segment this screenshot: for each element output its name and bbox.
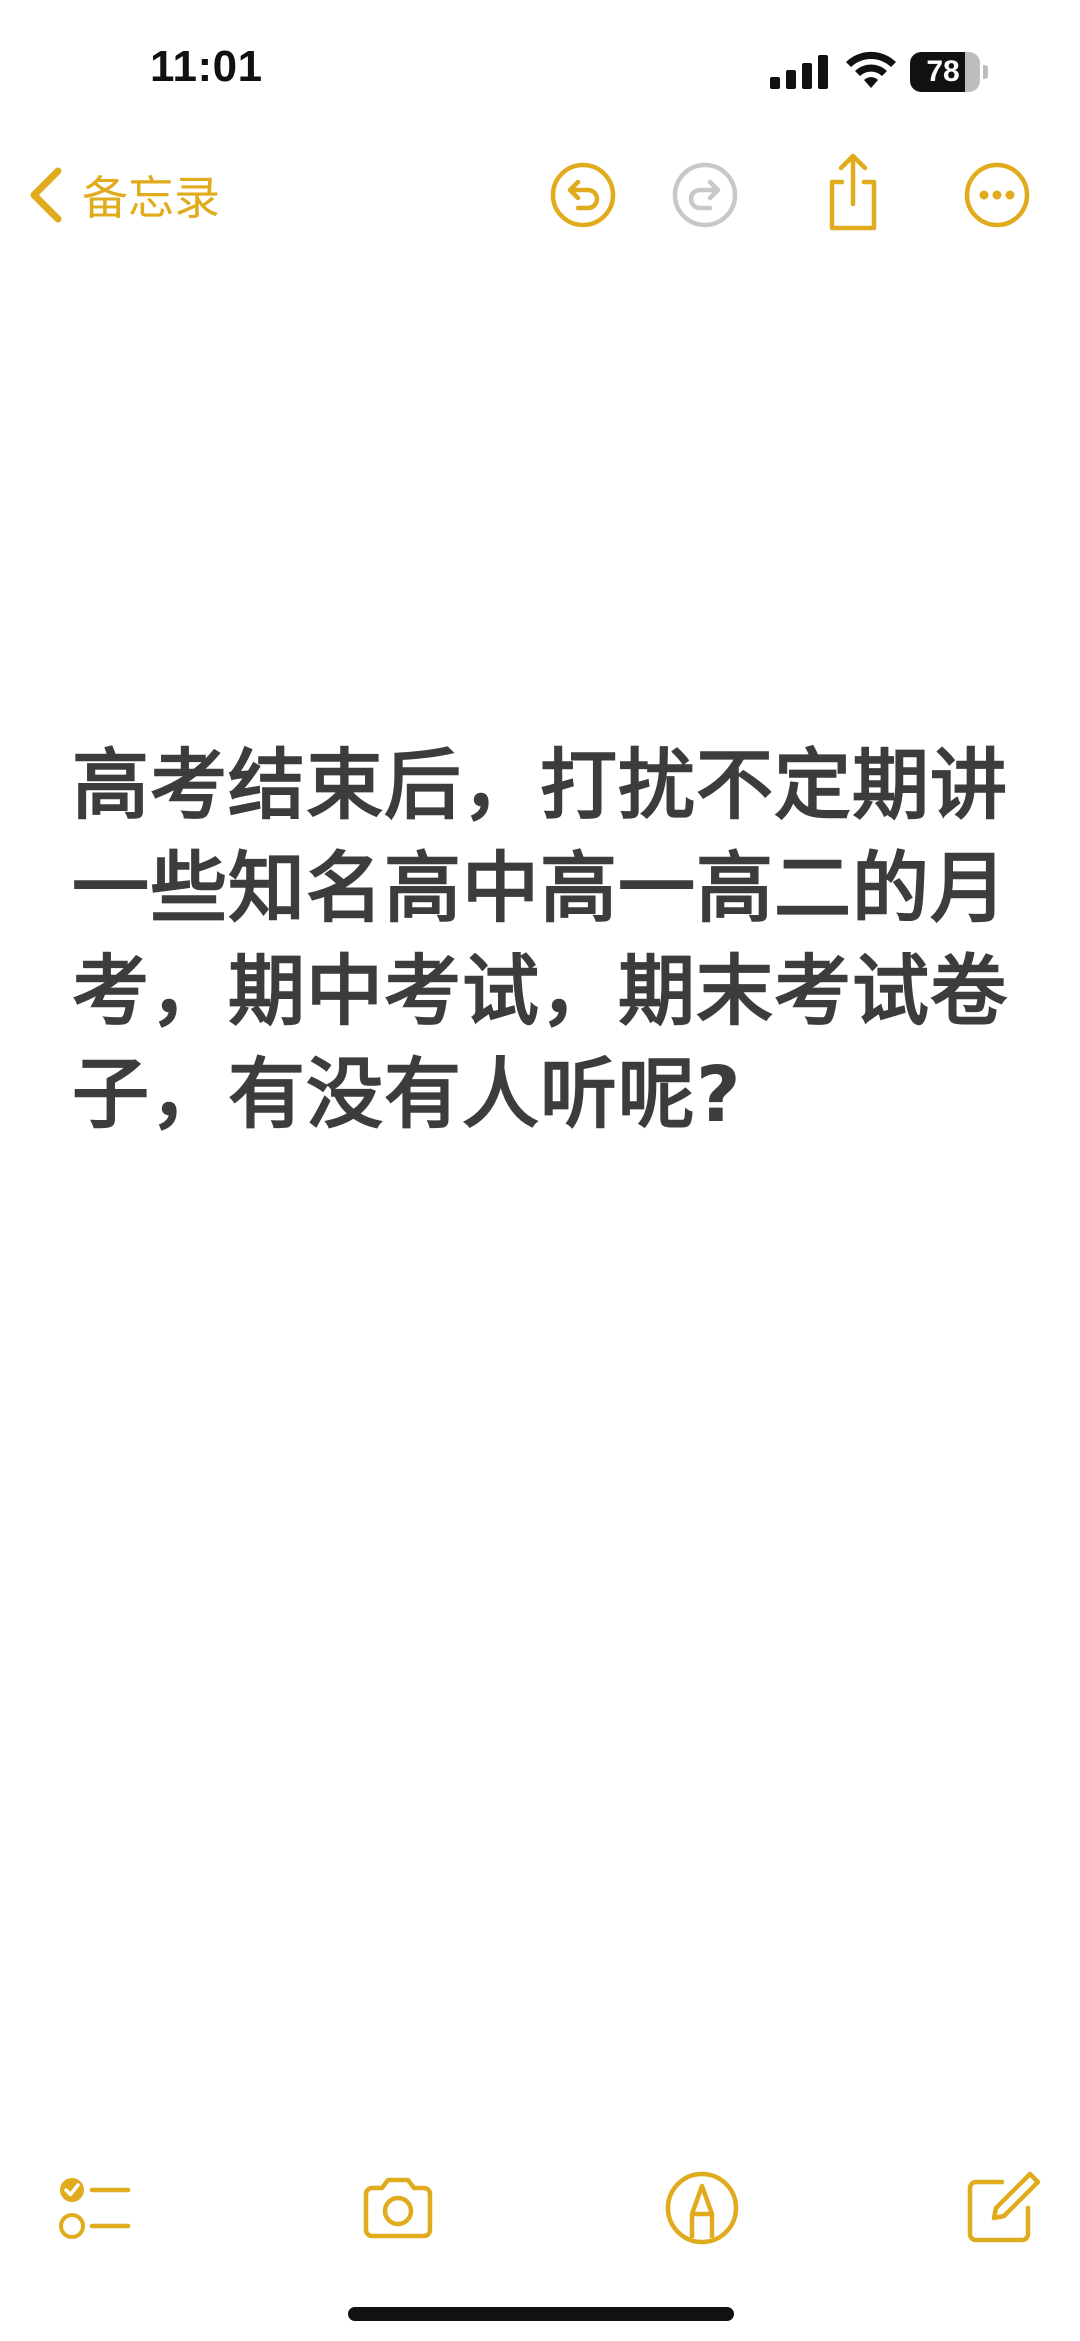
share-icon[interactable] [818,150,888,234]
undo-icon[interactable] [548,160,618,230]
battery-level: 78 [926,55,960,88]
more-icon[interactable] [962,160,1032,230]
note-body[interactable]: 高考结束后，打扰不定期讲一些知名高中高一高二的月考，期中考试，期末考试卷子，有没… [72,735,1012,1147]
home-indicator[interactable] [348,2307,734,2321]
status-time: 11:01 [150,42,263,91]
chevron-left-icon [30,167,62,223]
compose-icon[interactable] [960,2166,1044,2250]
bottom-toolbar [0,2160,1080,2260]
status-bar: 11:01 78 [0,0,1080,140]
battery-body: 78 [910,52,980,92]
checklist-icon[interactable] [52,2166,136,2250]
nav-bar: 备忘录 [0,140,1080,250]
redo-icon[interactable] [670,160,740,230]
battery-tip [983,65,988,79]
wifi-icon [846,51,896,88]
cellular-signal-icon [770,55,828,89]
markup-pen-icon[interactable] [660,2166,744,2250]
camera-icon[interactable] [360,2166,436,2250]
back-label: 备忘录 [82,171,220,225]
back-button[interactable]: 备忘录 [28,158,220,232]
note-text[interactable]: 高考结束后，打扰不定期讲一些知名高中高一高二的月考，期中考试，期末考试卷子，有没… [72,735,1012,1147]
battery-icon: 78 [910,52,988,92]
